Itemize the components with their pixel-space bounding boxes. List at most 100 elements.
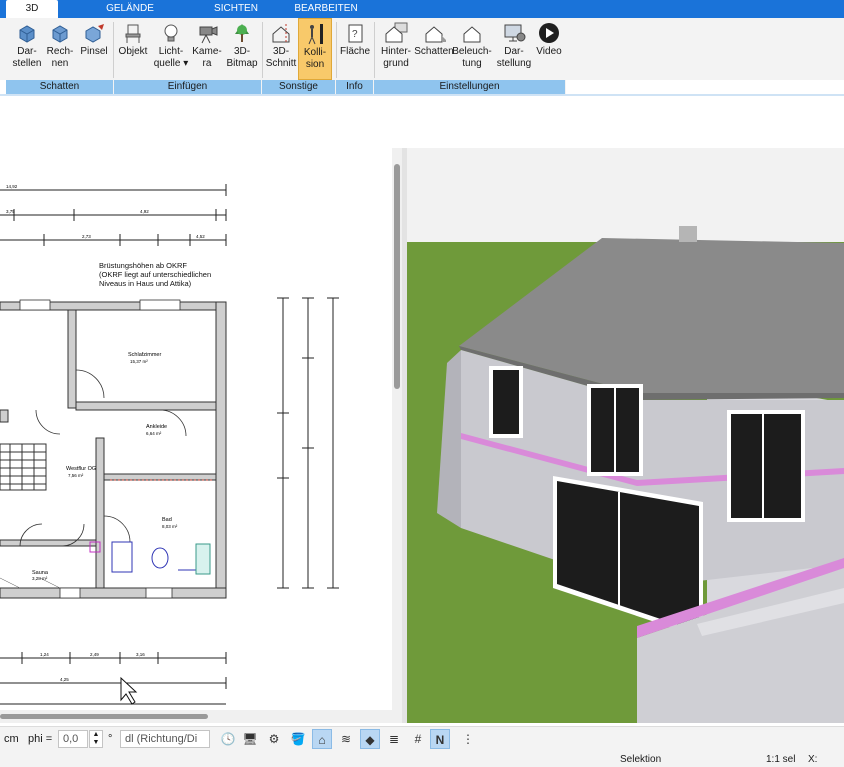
rechnen-button[interactable]: Rech- nen [44,18,76,80]
shadow-house-icon [425,26,446,43]
ribbon-separator [113,22,114,78]
room-area: 8,03 m² [162,524,178,529]
scroll-thumb[interactable] [394,164,400,389]
more-icon[interactable]: ⋮ [458,729,478,749]
phi-label: phi = [28,733,53,745]
dimension-label: 2,73 [82,234,91,239]
dimension-label: 4,52 [196,234,205,239]
dimension-label: 4,25 [60,677,69,682]
plan-vertical-scrollbar[interactable] [392,148,402,723]
ribbon-separator [374,22,375,78]
tab-bearbeiten[interactable]: BEARBEITEN [290,0,362,18]
compute-icon [52,25,68,43]
roof-tool-icon[interactable]: ⌂ [312,729,332,749]
group-info: Info [336,80,374,94]
ribbon-bottom-line [0,94,844,96]
tab-sichten[interactable]: SICHTEN [204,0,268,18]
plan-note-line-3: Niveaus in Haus und Attika) [99,279,192,288]
status-mode: Selektion [620,754,662,765]
floor-plan-view[interactable]: Brüstungshöhen ab OKRF (OKRF liegt auf u… [0,148,392,710]
kamera-button[interactable]: Kame- ra [190,18,224,80]
3d-bitmap-button[interactable]: 3D- Bitmap [224,18,260,80]
floor-plan-drawing: Brüstungshöhen ab OKRF (OKRF liegt auf u… [0,184,339,705]
walls-tool-icon[interactable]: ≋ [336,729,356,749]
room-area: 15,37 m² [130,359,148,364]
floor-tool-icon[interactable]: ◆ [360,729,380,749]
room-name: Westflur OG [66,466,96,472]
objekt-button[interactable]: Objekt [116,18,150,80]
flaeche-button[interactable]: ? Fläche [338,18,372,80]
room-name: Ankleide [146,424,167,430]
pinsel-button[interactable]: Pinsel [78,18,110,80]
north-icon[interactable]: N [430,729,450,749]
schatten-button[interactable]: Schatten [414,18,454,80]
darstellen-button[interactable]: Dar- stellen [8,18,46,80]
darstellung-button[interactable]: Dar- stellung [494,18,534,80]
lightbulb-icon [164,24,178,42]
phi-stepper[interactable]: ▲ ▼ [89,730,103,748]
video-play-icon [539,23,559,43]
3d-house-render [407,148,844,723]
status-scale: 1:1 sel [766,754,796,765]
dimension-label: 1,24 [40,652,49,657]
display-icon [19,25,35,43]
room-area: 6,64 m² [146,431,162,436]
degree-label: ° [108,733,113,745]
tree-icon [235,24,249,42]
collision-icon [308,24,323,45]
plan-note-line-1: Brüstungshöhen ab OKRF [99,261,187,270]
room-area: 3,28 m² [32,576,48,581]
ribbon-separator [336,22,337,78]
dimension-label: 3,75 [6,209,15,214]
clock-icon[interactable]: 🕓 [218,729,238,749]
chair-icon [125,24,141,43]
lighting-house-icon [463,26,481,43]
3d-view[interactable] [407,148,844,723]
ribbon-separator [262,22,263,78]
beleuchtung-button[interactable]: Beleuch- tung [452,18,492,80]
dimension-label: 14,92 [6,184,18,189]
3d-schnitt-button[interactable]: 3D- Schnitt [264,18,298,80]
svg-text:?: ? [352,29,358,40]
brush-icon [85,24,104,43]
ribbon: Dar- stellen Rech- nen Pinsel Objekt Lic… [0,18,844,80]
section-cut-icon [272,24,290,43]
room-name: Schlafzimmer [128,352,161,358]
layers-icon[interactable]: ≣ [384,729,404,749]
grid-icon[interactable]: # [408,729,428,749]
plan-horizontal-scrollbar[interactable] [0,710,392,723]
tab-gelaende[interactable]: GELÄNDE [100,0,160,18]
dimension-label: 3,16 [136,652,145,657]
plan-note-line-2: (OKRF liegt auf unterschiedlichen [99,270,211,279]
status-bar: Selektion 1:1 sel X: [0,751,844,767]
scroll-thumb[interactable] [0,714,208,719]
group-einfuegen: Einfügen [114,80,262,94]
lichtquelle-button[interactable]: Licht- quelle ▾ [152,18,190,80]
camera-icon [199,26,218,44]
dimension-label: 4,92 [140,209,149,214]
direction-dropdown[interactable]: dl (Richtung/Di [120,730,210,748]
hintergrund-button[interactable]: Hinter- grund [376,18,416,80]
room-area: 7,56 m² [68,473,84,478]
ribbon-group-bar: Schatten Einfügen Sonstige Info Einstell… [0,80,844,94]
tab-3d[interactable]: 3D [6,0,58,18]
phi-input[interactable] [58,730,88,748]
video-button[interactable]: Video [532,18,566,80]
room-name: Bad [162,517,172,523]
bottom-toolbar: cm phi = ▲▼ ° dl (Richtung/Di 🕓 🖥 ⚙ 🪣 ⌂ … [0,726,844,751]
gear-network-icon[interactable]: ⚙ [264,729,284,749]
kollision-button[interactable]: Kolli- sion [298,18,332,80]
group-sonstige: Sonstige [262,80,336,94]
dimension-label: 2,49 [90,652,99,657]
display-settings-icon [504,24,526,42]
ribbon-tab-bar: 3D GELÄNDE SICHTEN BEARBEITEN [0,0,844,18]
group-einstellungen: Einstellungen [374,80,566,94]
unit-label: cm [4,733,19,745]
status-coordinate-label: X: [808,754,818,765]
background-house-icon [385,22,408,43]
direction-value: dl (Richtung/Di [125,733,198,745]
paint-bucket-icon[interactable]: 🪣 [288,729,308,749]
group-schatten: Schatten [6,80,114,94]
monitor-icon[interactable]: 🖥 [240,729,260,749]
area-info-icon: ? [348,24,363,43]
